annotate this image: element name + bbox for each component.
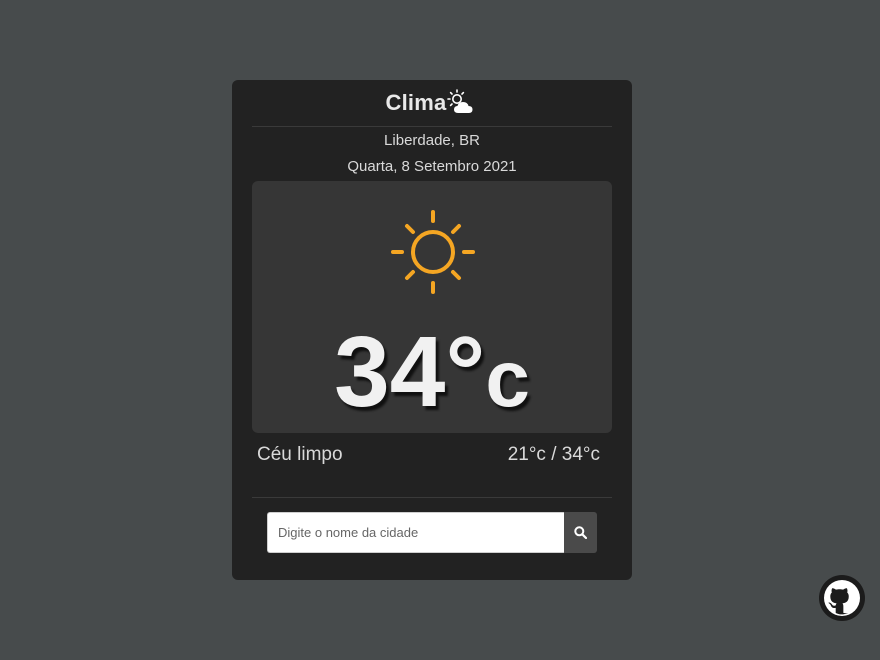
- temperature-display: 34°c: [252, 317, 612, 434]
- date-label: Quarta, 8 Setembro 2021: [347, 158, 517, 175]
- card-header: Clima: [252, 80, 612, 127]
- search-icon: [574, 526, 587, 539]
- sun-behind-cloud-icon: [447, 89, 473, 113]
- github-icon: [824, 580, 860, 616]
- location-label: Liberdade, BR: [384, 132, 480, 149]
- temperature-unit: c: [485, 334, 530, 423]
- search-form: [267, 512, 597, 553]
- weather-card: Clima Liberdade, BR Quarta, 8 Setembro 2…: [232, 80, 632, 580]
- app-title: Clima: [385, 90, 447, 115]
- weather-panel: 34°c: [252, 181, 612, 433]
- github-link[interactable]: [819, 575, 865, 621]
- weather-description: Céu limpo: [257, 444, 343, 465]
- city-search-input[interactable]: [267, 512, 564, 553]
- min-max-temperature: 21°c / 34°c: [507, 444, 600, 465]
- temperature-value: 34°: [334, 316, 486, 428]
- search-button[interactable]: [564, 512, 597, 553]
- divider: [252, 497, 612, 498]
- sun-icon: [391, 210, 475, 294]
